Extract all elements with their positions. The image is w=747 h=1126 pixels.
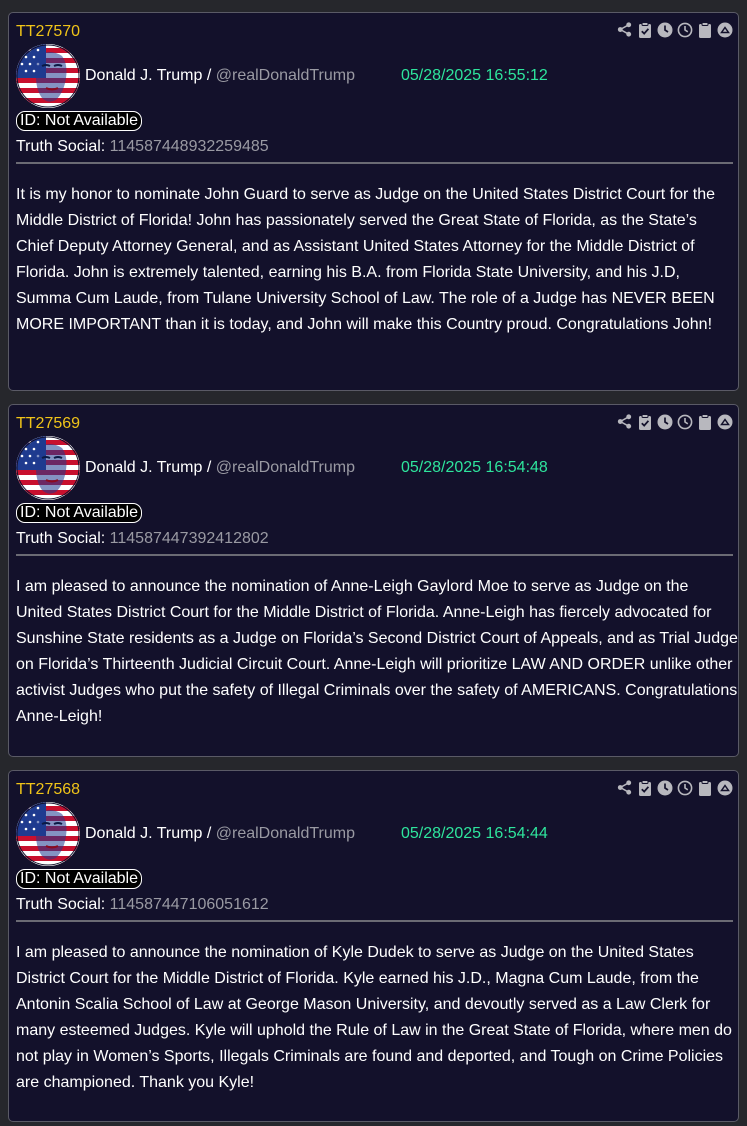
source-label: Truth Social: — [16, 896, 106, 913]
divider — [16, 162, 733, 164]
post-toolbar — [616, 413, 733, 430]
post-card: TT27569 Donald J. Trump / @realDonaldTru… — [8, 404, 739, 757]
source-label: Truth Social: — [16, 138, 106, 155]
id-badge: ID: Not Available — [16, 869, 142, 889]
avatar[interactable] — [16, 436, 80, 500]
clipboard-check-icon[interactable] — [636, 413, 653, 430]
divider — [16, 920, 733, 922]
clock-outline-icon[interactable] — [676, 779, 693, 796]
id-badge: ID: Not Available — [16, 111, 142, 131]
source-id[interactable]: 114587448932259485 — [110, 138, 269, 155]
post-timestamp: 05/28/2025 16:55:12 — [401, 67, 548, 84]
post-body: It is my honor to nominate John Guard to… — [16, 186, 716, 333]
author-name[interactable]: Donald J. Trump — [85, 67, 202, 84]
circle-up-icon[interactable] — [716, 21, 733, 38]
author-line: Donald J. Trump / @realDonaldTrump — [85, 67, 355, 85]
clipboard-check-icon[interactable] — [636, 21, 653, 38]
post-card: TT27568 Donald J. Trump / @realDonaldTru… — [8, 770, 739, 1122]
circle-up-icon[interactable] — [716, 413, 733, 430]
clipboard-icon[interactable] — [696, 413, 713, 430]
source-label: Truth Social: — [16, 530, 106, 547]
share-icon[interactable] — [616, 21, 633, 38]
post-id[interactable]: TT27568 — [16, 781, 80, 799]
author-separator: / — [206, 67, 212, 84]
clock-filled-icon[interactable] — [656, 779, 673, 796]
clipboard-icon[interactable] — [696, 779, 713, 796]
id-badge: ID: Not Available — [16, 503, 142, 523]
author-separator: / — [206, 825, 212, 842]
source-line: Truth Social: 114587448932259485 — [16, 138, 269, 156]
divider — [16, 554, 733, 556]
author-name[interactable]: Donald J. Trump — [85, 459, 202, 476]
post-body: I am pleased to announce the nomination … — [16, 944, 732, 1091]
post-card: TT27570 Donald J. Trump / @realDonaldTru… — [8, 12, 739, 391]
author-handle[interactable]: @realDonaldTrump — [216, 825, 355, 842]
clock-filled-icon[interactable] — [656, 413, 673, 430]
clock-outline-icon[interactable] — [676, 413, 693, 430]
source-line: Truth Social: 114587447106051612 — [16, 896, 269, 914]
source-id[interactable]: 114587447106051612 — [110, 896, 269, 913]
post-toolbar — [616, 21, 733, 38]
post-timestamp: 05/28/2025 16:54:48 — [401, 459, 548, 476]
clock-filled-icon[interactable] — [656, 21, 673, 38]
post-feed: TT27570 Donald J. Trump / @realDonaldTru… — [0, 0, 747, 1126]
author-handle[interactable]: @realDonaldTrump — [216, 459, 355, 476]
post-toolbar — [616, 779, 733, 796]
author-handle[interactable]: @realDonaldTrump — [216, 67, 355, 84]
source-line: Truth Social: 114587447392412802 — [16, 530, 269, 548]
avatar[interactable] — [16, 802, 80, 866]
author-line: Donald J. Trump / @realDonaldTrump — [85, 459, 355, 477]
author-separator: / — [206, 459, 212, 476]
clock-outline-icon[interactable] — [676, 21, 693, 38]
author-line: Donald J. Trump / @realDonaldTrump — [85, 825, 355, 843]
share-icon[interactable] — [616, 779, 633, 796]
avatar[interactable] — [16, 44, 80, 108]
post-id[interactable]: TT27570 — [16, 23, 80, 41]
share-icon[interactable] — [616, 413, 633, 430]
source-id[interactable]: 114587447392412802 — [110, 530, 269, 547]
post-id[interactable]: TT27569 — [16, 415, 80, 433]
post-timestamp: 05/28/2025 16:54:44 — [401, 825, 548, 842]
author-name[interactable]: Donald J. Trump — [85, 825, 202, 842]
post-body: I am pleased to announce the nomination … — [16, 578, 738, 725]
clipboard-icon[interactable] — [696, 21, 713, 38]
clipboard-check-icon[interactable] — [636, 779, 653, 796]
circle-up-icon[interactable] — [716, 779, 733, 796]
